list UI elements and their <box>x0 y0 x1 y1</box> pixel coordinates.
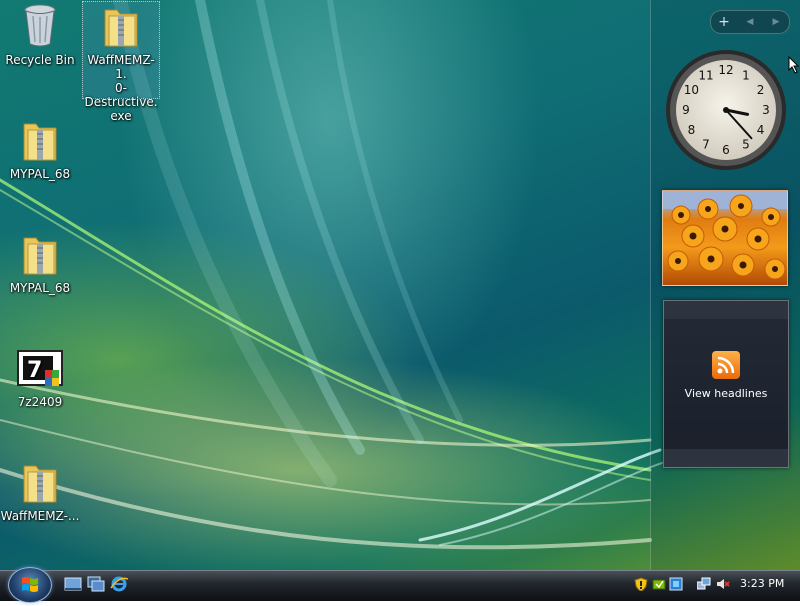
desktop-icon-waffmemz-exe[interactable]: WaffMEMZ-1. 0-Destructive. exe <box>82 1 160 123</box>
clock-number: 3 <box>762 103 770 117</box>
recycle-bin-icon <box>24 4 56 47</box>
desktop-icon-mypal-68[interactable]: MYPAL_68 <box>0 116 85 181</box>
clock-number: 6 <box>722 143 730 157</box>
feed-footer <box>664 449 788 467</box>
clock-number: 12 <box>718 63 733 77</box>
system-clock[interactable]: 3:23 PM <box>740 577 784 590</box>
desktop[interactable]: Recycle Bin WaffMEMZ-1. 0-Destructive. e… <box>0 0 800 570</box>
desktop-icon-mypal-68-2[interactable]: MYPAL_68 <box>0 230 85 295</box>
svg-text:7: 7 <box>27 358 42 383</box>
clock-number: 8 <box>688 123 696 137</box>
desktop-icon-label: Recycle Bin <box>5 53 75 67</box>
windows-update-icon[interactable] <box>652 577 666 591</box>
zip-folder-icon <box>23 123 57 161</box>
sidebar-controls: + ◀ ▶ <box>710 10 790 34</box>
security-shield-icon[interactable] <box>634 577 648 591</box>
7zip-installer-icon: 7 <box>17 350 63 386</box>
zip-folder-icon <box>23 465 57 503</box>
previous-page-button[interactable]: ◀ <box>737 17 763 27</box>
clock-number: 9 <box>682 103 690 117</box>
desktop-icon-label: WaffMEMZ-... <box>0 509 80 523</box>
switch-windows-icon[interactable] <box>87 576 105 592</box>
clock-gadget[interactable]: 12 12 3 45678 9 1011 <box>664 48 788 172</box>
start-button[interactable] <box>8 567 52 603</box>
clock-number: 7 <box>702 138 710 152</box>
next-page-button[interactable]: ▶ <box>763 17 789 27</box>
clock-number: 11 <box>698 68 713 82</box>
desktop-icon-label: MYPAL_68 <box>9 167 71 181</box>
slideshow-gadget[interactable] <box>662 190 788 286</box>
flowers-photo <box>663 191 787 280</box>
rss-icon <box>712 351 740 379</box>
clock-number: 10 <box>684 83 699 97</box>
desktop-icon-label-line: WaffMEMZ-1. <box>87 53 155 81</box>
desktop-icon-waffmemz[interactable]: WaffMEMZ-... <box>0 458 85 523</box>
clock-number: 1 <box>742 68 750 82</box>
volume-muted-icon[interactable] <box>716 577 730 591</box>
desktop-icon-recycle-bin[interactable]: Recycle Bin <box>0 2 85 67</box>
clock-number: 5 <box>742 138 750 152</box>
mouse-cursor-icon <box>788 56 800 74</box>
add-gadget-button[interactable]: + <box>711 14 737 30</box>
tray-app-icon[interactable] <box>669 577 683 591</box>
clock-number: 2 <box>757 83 765 97</box>
zip-folder-icon <box>23 237 57 275</box>
feed-header <box>664 301 788 319</box>
view-headlines-link[interactable]: View headlines <box>664 387 788 400</box>
internet-explorer-icon[interactable] <box>110 576 128 592</box>
desktop-icon-label: MYPAL_68 <box>9 281 71 295</box>
clock-number: 4 <box>757 123 765 137</box>
network-icon[interactable] <box>697 577 711 591</box>
desktop-icon-label-line: 0-Destructive. <box>84 81 158 109</box>
windows-logo-icon <box>22 577 38 592</box>
feed-headlines-gadget[interactable]: View headlines <box>663 300 789 468</box>
show-desktop-icon[interactable] <box>64 576 82 592</box>
desktop-icon-7z2409[interactable]: 7 7z2409 <box>0 348 85 409</box>
desktop-icon-label-line: exe <box>110 109 132 123</box>
desktop-icon-label: 7z2409 <box>17 395 63 409</box>
zip-folder-icon <box>104 9 138 47</box>
